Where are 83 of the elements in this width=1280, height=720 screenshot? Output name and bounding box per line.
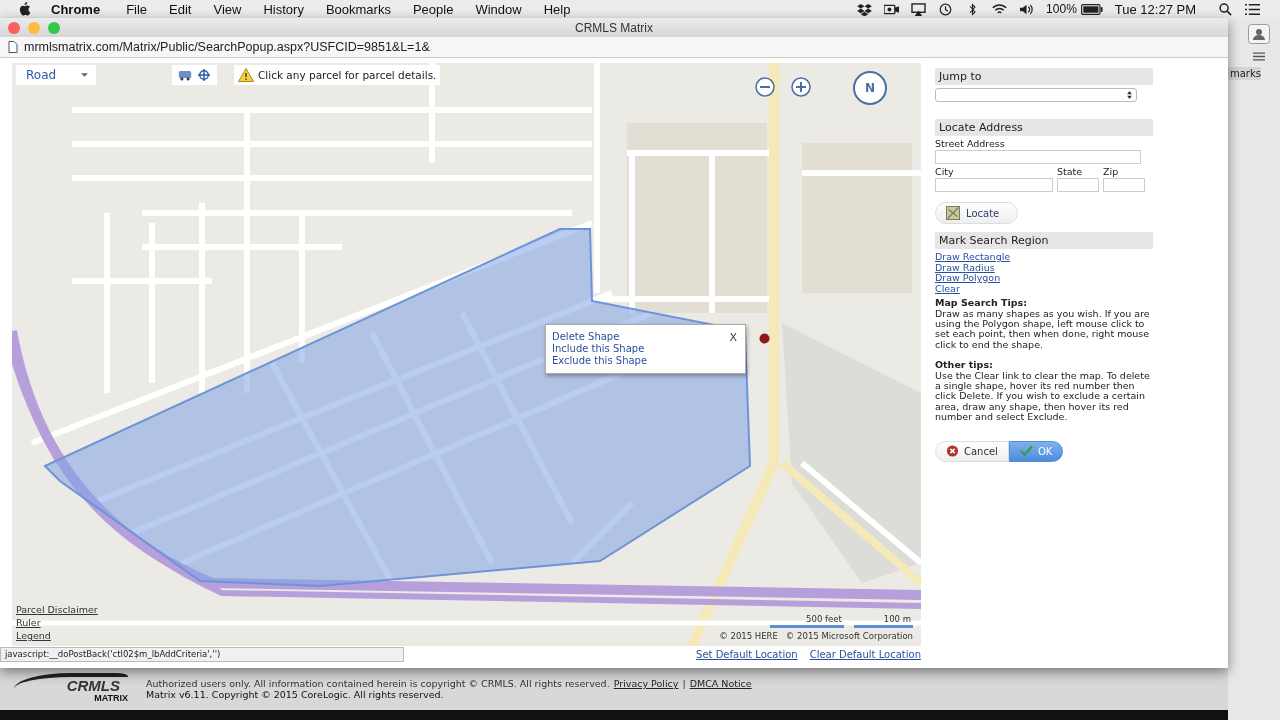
caret-icon <box>81 73 88 77</box>
close-button[interactable]: X <box>727 331 739 344</box>
map-type-dropdown[interactable]: Road <box>16 65 96 85</box>
close-icon <box>946 445 959 458</box>
draw-link[interactable]: Clear <box>935 283 1153 294</box>
camera-icon[interactable] <box>884 2 900 16</box>
draw-link[interactable]: Draw Rectangle <box>935 252 1153 263</box>
menu-item[interactable]: View <box>213 1 242 17</box>
draw-link[interactable]: Draw Polygon <box>935 273 1153 284</box>
cancel-button[interactable]: Cancel <box>935 440 1009 462</box>
section-header: Locate Address <box>935 119 1153 136</box>
input-field[interactable] <box>1103 178 1145 192</box>
shape-action-link[interactable]: Delete Shape <box>552 331 648 343</box>
menu-item[interactable]: Bookmarks <box>325 1 391 17</box>
wifi-icon[interactable] <box>992 2 1008 16</box>
bookmarks-tab[interactable]: marks <box>1228 67 1261 80</box>
window-title: CRMLS Matrix <box>574 20 654 35</box>
clock-icon[interactable] <box>938 2 954 16</box>
map-credit: © 2015 HERE <box>719 631 778 641</box>
field-label: Zip <box>1103 166 1120 177</box>
status-url: javascript:__doPostBack('ctl02$m_lbAddCriteria','') <box>0 647 404 662</box>
notice-text: Click any parcel for parcel details. <box>258 69 437 81</box>
footer-notice: Authorized users only. All information contained herein is copyright © CRMLS. All rights reserved. <box>146 678 610 689</box>
scale-bar: 500 feet <box>770 614 844 628</box>
box-icon[interactable] <box>857 2 873 16</box>
zoom-out-button[interactable] <box>755 77 775 97</box>
list-icon[interactable] <box>1245 2 1260 16</box>
menu-item[interactable]: Help <box>543 1 571 17</box>
map-credit: © 2015 Microsoft Corporation <box>785 631 913 641</box>
map-link[interactable]: Ruler <box>16 616 98 629</box>
section-header: Mark Search Region <box>935 232 1153 249</box>
footer-copyright: Matrix v6.11. Copyright © 2015 CoreLogic. All rights reserved. <box>146 689 445 700</box>
map-icon <box>946 206 960 220</box>
url-text[interactable]: mrmlsmatrix.com/Matrix/Public/SearchPopup.aspx?USFCID=9851&L=1& <box>24 40 430 54</box>
battery-percent: 100% <box>1046 2 1077 16</box>
input-field[interactable] <box>935 178 1053 192</box>
shape-action-link[interactable]: Exclude this Shape <box>552 355 648 367</box>
menu-item[interactable]: History <box>263 1 304 17</box>
display-icon[interactable] <box>911 2 927 16</box>
checkmark-icon <box>1019 445 1033 458</box>
footer-link[interactable]: DMCA Notice <box>689 678 752 689</box>
map-link[interactable]: Legend <box>16 629 98 642</box>
input-field[interactable] <box>1057 178 1099 192</box>
link-separator: | <box>682 678 686 689</box>
apple-icon[interactable] <box>18 1 31 17</box>
footer-link[interactable]: Privacy Policy <box>613 678 679 689</box>
street-address-field[interactable] <box>935 150 1141 164</box>
menu-item[interactable]: People <box>412 1 454 17</box>
search-icon[interactable] <box>1218 2 1233 16</box>
scale-bar: 100 m <box>853 614 913 628</box>
field-label: Street Address <box>935 138 1006 149</box>
locate-button[interactable]: Locate <box>935 202 1018 224</box>
marker-icon[interactable] <box>759 333 770 344</box>
warning-icon <box>238 68 254 82</box>
compass-control[interactable]: N <box>853 71 887 105</box>
menu-item[interactable]: File <box>126 1 148 17</box>
location-link[interactable]: Set Default Location <box>696 649 798 660</box>
tips-heading: Map Search Tips: <box>935 298 1029 309</box>
app-menu[interactable]: Chrome <box>51 1 101 17</box>
tips-text: Draw as many shapes as you wish. If you are using the Polygon shape, left mouse click to set each point, then when done, right mouse click to end the shape. <box>935 308 1150 351</box>
shape-action-link[interactable]: Include this Shape <box>552 343 648 355</box>
map-link[interactable]: Parcel Disclaimer <box>16 603 98 616</box>
menu-item[interactable]: Edit <box>169 1 192 17</box>
battery-icon[interactable] <box>1080 2 1103 16</box>
car-icon[interactable] <box>178 69 192 81</box>
menu-icon[interactable] <box>1253 52 1265 61</box>
map-background[interactable]: Road Click any parcel for parcel details. N Delete Shape Include this Shape Exclude this Shape X Parcel Disclaimer Ruler Legend 500 feet 100 m © 2015 HERE © 2015 Microsoft Corporation <box>12 63 921 646</box>
draw-link[interactable]: Draw Radius <box>935 262 1153 273</box>
field-label: State <box>1057 166 1084 177</box>
stepper-icon <box>1127 91 1132 99</box>
page-icon <box>8 41 18 53</box>
field-label: City <box>935 166 955 177</box>
volume-icon[interactable] <box>1019 2 1035 16</box>
crmls-logo: CRMLS MATRIX <box>14 673 128 705</box>
zoom-in-button[interactable] <box>791 77 811 97</box>
tips-text: Use the Clear link to clear the map. To delete a single shape, hover its red number then click Delete. If you wish to exclude a certain area, draw any shape, then hover its red number and select Exclude. <box>935 370 1150 423</box>
clock-text[interactable]: Tue 12:27 PM <box>1114 1 1196 17</box>
profile-icon[interactable] <box>1248 24 1270 44</box>
location-link[interactable]: Clear Default Location <box>809 649 921 660</box>
menu-item[interactable]: Window <box>475 1 522 17</box>
section-header: Jump to <box>935 68 1153 85</box>
crosshair-icon[interactable] <box>197 69 211 81</box>
tips-heading: Other tips: <box>935 360 994 371</box>
